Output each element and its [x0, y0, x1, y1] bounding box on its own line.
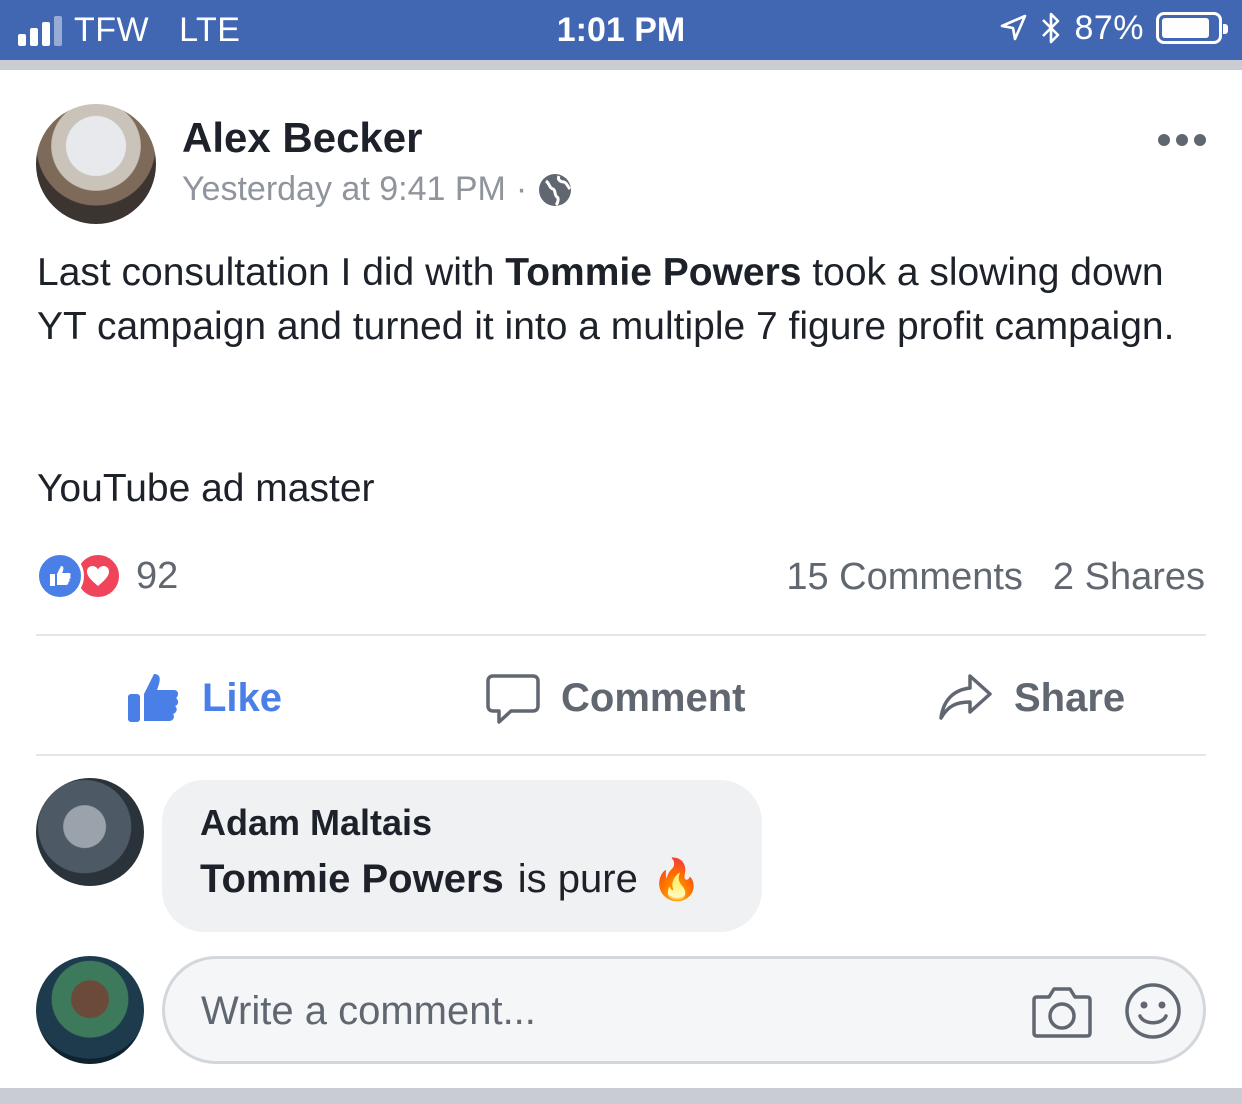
share-arrow-icon — [939, 674, 992, 720]
divider — [36, 754, 1206, 756]
comment-text: Tommie Powers is pure 🔥 — [200, 856, 702, 903]
my-avatar — [36, 956, 144, 1064]
battery-nub — [1223, 24, 1228, 34]
meta-separator: · — [515, 170, 528, 208]
like-label: Like — [202, 675, 283, 720]
reactions-summary[interactable]: 92 — [36, 552, 178, 600]
location-arrow-icon — [1001, 14, 1027, 41]
fire-emoji-icon: 🔥 — [651, 858, 702, 902]
like-reaction-icon — [36, 552, 84, 600]
bluetooth-icon — [1042, 12, 1060, 44]
comment-author[interactable]: Adam Maltais — [200, 802, 432, 844]
divider — [36, 634, 1206, 636]
comment-bubble: Adam Maltais Tommie Powers is pure 🔥 — [162, 780, 762, 932]
more-options-button[interactable] — [1158, 134, 1206, 146]
comment-mention[interactable]: Tommie Powers — [200, 857, 504, 902]
like-button[interactable]: Like — [126, 666, 282, 730]
shares-count[interactable]: 2 Shares — [1053, 556, 1205, 599]
camera-icon[interactable] — [1031, 983, 1093, 1039]
comments-count[interactable]: 15 Comments — [786, 556, 1023, 599]
battery-percent: 87% — [1074, 9, 1144, 47]
post-timestamp[interactable]: Yesterday at 9:41 PM — [182, 170, 506, 209]
emoji-icon[interactable] — [1123, 981, 1183, 1041]
globe-icon — [539, 173, 572, 206]
status-right: 87% — [998, 9, 1228, 47]
comment-input[interactable]: Write a comment... — [162, 956, 1206, 1064]
status-bar: TFW LTE 1:01 PM 87% — [0, 0, 1242, 60]
post-author[interactable]: Alex Becker — [182, 114, 423, 162]
comment-bubble-icon — [486, 674, 540, 724]
post-text: Last consultation I did with Tommie Powe… — [37, 246, 1207, 354]
commenter-avatar[interactable] — [36, 778, 144, 886]
author-avatar[interactable] — [36, 104, 156, 224]
dot-icon — [1176, 134, 1188, 146]
engagement-counts: 15 Comments 2 Shares — [786, 556, 1205, 599]
battery-fill — [1162, 18, 1209, 38]
comment-placeholder: Write a comment... — [201, 989, 536, 1033]
reaction-count: 92 — [136, 554, 179, 597]
dot-icon — [1194, 134, 1206, 146]
post-mention[interactable]: Tommie Powers — [505, 251, 801, 294]
post-text-part1: Last consultation I did with — [37, 251, 506, 294]
share-button[interactable]: Share — [938, 666, 1125, 730]
dot-icon — [1158, 134, 1170, 146]
comment-button[interactable]: Comment — [485, 666, 745, 730]
comment-label: Comment — [561, 675, 746, 720]
bottom-divider — [0, 1088, 1242, 1104]
post-text-line2: YouTube ad master — [37, 467, 375, 510]
comment-body: is pure — [517, 857, 638, 901]
share-label: Share — [1014, 675, 1126, 720]
battery-icon — [1156, 12, 1228, 44]
thumbs-up-icon — [128, 674, 179, 722]
post-meta: Yesterday at 9:41 PM · — [182, 170, 573, 209]
nav-divider — [0, 60, 1242, 70]
